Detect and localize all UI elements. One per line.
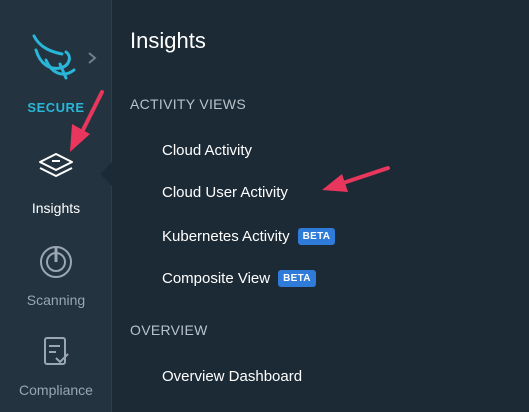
beta-badge: BETA	[278, 269, 316, 287]
menu-item-label: Composite View	[162, 269, 271, 287]
brand-label: SECURE	[27, 100, 85, 115]
brand-logo[interactable]	[0, 30, 112, 86]
panel-title: Insights	[130, 28, 206, 53]
menu-item-kubernetes-activity[interactable]: Kubernetes Activity BETA	[162, 224, 336, 248]
scanning-icon	[40, 246, 72, 278]
menu-item-composite-view[interactable]: Composite View BETA	[162, 266, 316, 290]
beta-badge: BETA	[297, 227, 336, 245]
secure-logo-icon	[32, 34, 76, 80]
menu-item-label: Cloud User Activity	[162, 183, 288, 201]
rail-item-label: Scanning	[26, 292, 86, 308]
compliance-icon	[44, 337, 69, 365]
rail-item-scanning[interactable]: Scanning	[0, 240, 112, 310]
menu-item-label: Cloud Activity	[162, 141, 253, 159]
menu-item-cloud-activity[interactable]: Cloud Activity	[162, 138, 252, 162]
menu-item-cloud-user-activity[interactable]: Cloud User Activity	[162, 180, 288, 204]
rail-item-insights[interactable]: Insights	[0, 148, 112, 224]
section-header-overview: OVERVIEW	[130, 322, 208, 338]
rail-item-label: Compliance	[19, 382, 93, 398]
layers-icon	[39, 153, 73, 177]
menu-item-overview-dashboard[interactable]: Overview Dashboard	[162, 364, 302, 388]
nav-rail: SECURE Insights Scanning Compliance	[0, 0, 112, 412]
rail-item-label: Insights	[31, 200, 81, 216]
active-indicator	[100, 162, 112, 186]
menu-item-label: Kubernetes Activity	[162, 227, 290, 245]
section-header-activity-views: ACTIVITY VIEWS	[130, 96, 246, 112]
insights-menu-panel: Insights ACTIVITY VIEWS Cloud Activity C…	[112, 0, 529, 412]
menu-item-label: Overview Dashboard	[162, 367, 303, 385]
rail-item-compliance[interactable]: Compliance	[0, 334, 112, 404]
